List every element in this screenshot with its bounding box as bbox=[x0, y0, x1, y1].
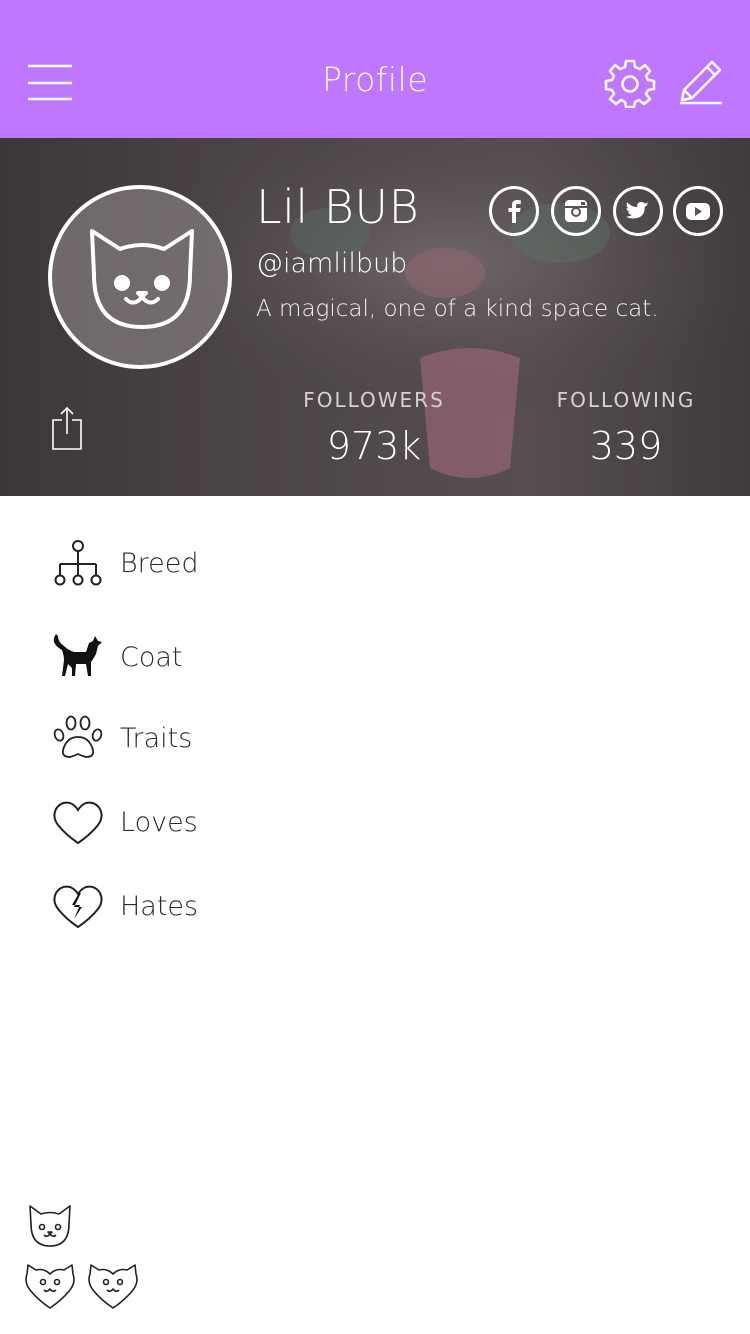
cat-face-icon bbox=[90, 229, 194, 329]
youtube-icon bbox=[686, 203, 710, 220]
cat-heart-icon bbox=[88, 1264, 138, 1309]
paw-icon bbox=[53, 715, 103, 758]
menu-item-label: Traits bbox=[120, 723, 193, 754]
menu-item-label: Hates bbox=[120, 891, 199, 922]
heart-icon bbox=[53, 801, 103, 845]
twitter-icon bbox=[626, 202, 649, 219]
edit-button[interactable] bbox=[674, 56, 728, 110]
share-icon bbox=[52, 406, 82, 450]
profile-bio: A magical, one of a kind space cat. bbox=[256, 296, 659, 322]
menu-item-label: Breed bbox=[120, 548, 199, 579]
profile-hero: Lil BUB @iamlilbub A magical, one of a k… bbox=[0, 138, 750, 496]
share-button[interactable] bbox=[50, 406, 84, 452]
facebook-icon bbox=[508, 200, 521, 223]
facebook-button[interactable] bbox=[489, 186, 539, 236]
instagram-button[interactable] bbox=[551, 186, 601, 236]
cat-face-icon bbox=[29, 1205, 71, 1247]
following-count[interactable]: 339 bbox=[526, 424, 726, 468]
cat-heart-icon bbox=[25, 1264, 75, 1309]
broken-heart-icon bbox=[53, 885, 103, 929]
menu-item-traits[interactable]: Traits bbox=[40, 705, 420, 771]
settings-button[interactable] bbox=[604, 56, 656, 109]
youtube-button[interactable] bbox=[673, 186, 723, 236]
twitter-button[interactable] bbox=[613, 186, 663, 236]
menu-item-breed[interactable]: Breed bbox=[40, 530, 420, 596]
menu-item-label: Coat bbox=[120, 642, 183, 673]
menu-item-loves[interactable]: Loves bbox=[40, 789, 420, 855]
followers-label: FOLLOWERS bbox=[303, 388, 445, 412]
avatar[interactable] bbox=[48, 185, 232, 369]
app-header: Profile bbox=[0, 0, 750, 138]
profile-name: Lil BUB bbox=[256, 180, 420, 234]
instagram-icon bbox=[565, 200, 587, 222]
profile-handle: @iamlilbub bbox=[256, 248, 408, 279]
menu-item-hates[interactable]: Hates bbox=[40, 873, 420, 939]
followers-count[interactable]: 973k bbox=[274, 424, 474, 468]
menu-item-label: Loves bbox=[120, 807, 198, 838]
menu-item-coat[interactable]: Coat bbox=[40, 624, 420, 690]
gear-icon bbox=[604, 59, 656, 109]
pencil-icon bbox=[680, 60, 722, 105]
hierarchy-icon bbox=[54, 540, 102, 586]
black-cat-icon bbox=[53, 634, 102, 676]
following-label: FOLLOWING bbox=[556, 388, 696, 412]
